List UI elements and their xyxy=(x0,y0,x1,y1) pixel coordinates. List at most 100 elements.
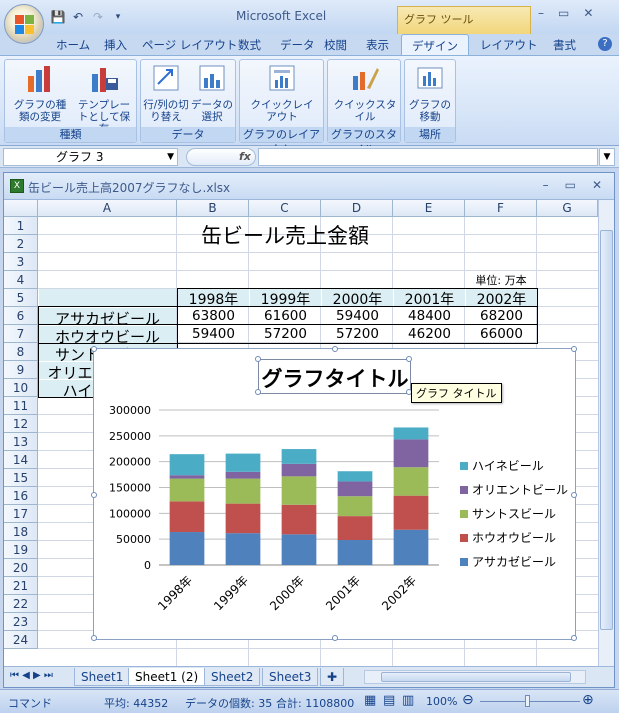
sheet-title-cell[interactable]: 缶ビール売上金額 xyxy=(177,220,393,250)
row-header[interactable]: 18 xyxy=(4,523,38,541)
zoom-level[interactable]: 100% xyxy=(426,695,457,708)
sheet-nav-arrows-icon[interactable]: ⏮ ◀ ▶ ⏭ xyxy=(10,670,53,681)
wb-restore-button[interactable]: ▭ xyxy=(565,178,576,192)
title-resize-handle[interactable] xyxy=(255,356,261,362)
col-header-g[interactable]: G xyxy=(537,200,598,217)
row-header[interactable]: 16 xyxy=(4,487,38,505)
tab-page-layout[interactable]: ページ レイアウト xyxy=(142,37,237,53)
row-header[interactable]: 4 xyxy=(4,271,38,289)
customize-qat-icon[interactable]: ▾ xyxy=(110,9,126,25)
horizontal-scroll-thumb[interactable] xyxy=(381,672,571,682)
row-header[interactable]: 8 xyxy=(4,343,38,361)
tab-data[interactable]: データ xyxy=(280,37,315,53)
save-as-template-button[interactable]: テンプレートとして保存 xyxy=(73,62,135,135)
col-header-a[interactable]: A xyxy=(38,200,177,217)
switch-row-column-button[interactable]: 行/列の切り替え xyxy=(143,62,189,123)
tab-view[interactable]: 表示 xyxy=(366,37,389,53)
name-box[interactable]: グラフ 3 ▼ xyxy=(3,148,178,166)
row-header[interactable]: 6 xyxy=(4,307,38,325)
zoom-slider-thumb[interactable] xyxy=(525,695,530,707)
title-resize-handle[interactable] xyxy=(406,356,412,362)
row-header[interactable]: 17 xyxy=(4,505,38,523)
save-icon[interactable]: 💾 xyxy=(50,9,66,25)
close-button[interactable]: ✕ xyxy=(583,6,593,20)
row-header[interactable]: 3 xyxy=(4,253,38,271)
change-chart-type-button[interactable]: グラフの種類の変更 xyxy=(9,62,71,123)
horizontal-scrollbar[interactable] xyxy=(364,670,586,684)
row-header[interactable]: 22 xyxy=(4,595,38,613)
tab-formulas[interactable]: 数式 xyxy=(238,37,261,53)
tab-design[interactable]: デザイン xyxy=(401,34,469,56)
row-header[interactable]: 15 xyxy=(4,469,38,487)
row-header[interactable]: 5 xyxy=(4,289,38,307)
chart-resize-handle[interactable] xyxy=(91,346,97,352)
vertical-scrollbar[interactable] xyxy=(598,200,614,666)
row-header[interactable]: 19 xyxy=(4,541,38,559)
move-chart-button[interactable]: グラフの移動 xyxy=(407,62,453,123)
expand-formula-bar-icon[interactable]: ▼ xyxy=(599,148,615,166)
wb-close-button[interactable]: ✕ xyxy=(592,178,602,192)
sheet-tab-sheet1[interactable]: Sheet1 xyxy=(74,668,131,686)
view-page-layout-icon[interactable]: ▤ xyxy=(383,693,395,708)
row-header[interactable]: 2 xyxy=(4,235,38,253)
zoom-slider-track[interactable] xyxy=(480,701,580,702)
redo-icon[interactable]: ↷ xyxy=(90,9,106,25)
col-header-e[interactable]: E xyxy=(393,200,465,217)
title-resize-handle[interactable] xyxy=(255,389,261,395)
chart-resize-handle[interactable] xyxy=(571,346,577,352)
tab-layout[interactable]: レイアウト xyxy=(480,37,538,53)
row-header[interactable]: 13 xyxy=(4,433,38,451)
col-header-d[interactable]: D xyxy=(321,200,393,217)
row-header[interactable]: 23 xyxy=(4,613,38,631)
sheet-tab-sheet2[interactable]: Sheet2 xyxy=(204,668,261,686)
row-header[interactable]: 10 xyxy=(4,379,38,397)
row-header[interactable]: 11 xyxy=(4,397,38,415)
help-icon[interactable]: ? xyxy=(598,37,612,51)
row-header[interactable]: 9 xyxy=(4,361,38,379)
chart-resize-handle[interactable] xyxy=(332,635,338,641)
col-header-c[interactable]: C xyxy=(249,200,321,217)
col-header-b[interactable]: B xyxy=(177,200,249,217)
table-header-blank[interactable] xyxy=(39,289,176,306)
row-header[interactable]: 1 xyxy=(4,217,38,235)
office-button[interactable] xyxy=(4,4,44,44)
unit-label-cell[interactable]: 単位: 万本 xyxy=(465,272,537,288)
wb-minimize-button[interactable]: – xyxy=(543,178,549,192)
row-header[interactable]: 14 xyxy=(4,451,38,469)
sheet-tab-sheet3[interactable]: Sheet3 xyxy=(262,668,319,686)
col-header-f[interactable]: F xyxy=(465,200,537,217)
tab-format[interactable]: 書式 xyxy=(553,37,576,53)
insert-sheet-icon[interactable]: ✚ xyxy=(320,668,344,686)
quick-style-button[interactable]: クイックスタイル xyxy=(333,62,397,123)
view-page-break-icon[interactable]: ▥ xyxy=(402,693,414,708)
chart-resize-handle[interactable] xyxy=(91,635,97,641)
chart-resize-handle[interactable] xyxy=(571,635,577,641)
x-tick-label: 1998年 xyxy=(155,573,195,613)
view-normal-icon[interactable]: ▦ xyxy=(364,693,376,708)
row-header[interactable]: 21 xyxy=(4,577,38,595)
tab-home[interactable]: ホーム xyxy=(56,37,90,53)
minimize-button[interactable]: – xyxy=(538,6,544,20)
chart-resize-handle[interactable] xyxy=(91,492,97,498)
chart-resize-handle[interactable] xyxy=(332,346,338,352)
tab-review[interactable]: 校閲 xyxy=(324,37,347,53)
chart-resize-handle[interactable] xyxy=(571,492,577,498)
row-header[interactable]: 24 xyxy=(4,631,38,649)
vertical-scroll-thumb[interactable] xyxy=(600,230,613,630)
select-all-corner[interactable] xyxy=(4,200,38,217)
sheet-tab-sheet1-2[interactable]: Sheet1 (2) xyxy=(128,668,206,686)
select-data-button[interactable]: データの選択 xyxy=(189,62,235,123)
row-header[interactable]: 20 xyxy=(4,559,38,577)
chart-title-selection[interactable] xyxy=(255,356,412,395)
name-box-dropdown-icon[interactable]: ▼ xyxy=(167,149,174,165)
zoom-out-icon[interactable]: ⊖ xyxy=(462,692,474,708)
maximize-button[interactable]: ▭ xyxy=(558,6,569,20)
insert-function-button[interactable]: fx xyxy=(186,148,256,166)
row-header[interactable]: 12 xyxy=(4,415,38,433)
zoom-in-icon[interactable]: ⊕ xyxy=(582,692,594,708)
undo-icon[interactable]: ↶ xyxy=(70,9,86,25)
quick-layout-button[interactable]: クイックレイアウト xyxy=(250,62,314,123)
formula-input[interactable] xyxy=(258,148,598,166)
row-header[interactable]: 7 xyxy=(4,325,38,343)
tab-insert[interactable]: 挿入 xyxy=(104,37,127,53)
